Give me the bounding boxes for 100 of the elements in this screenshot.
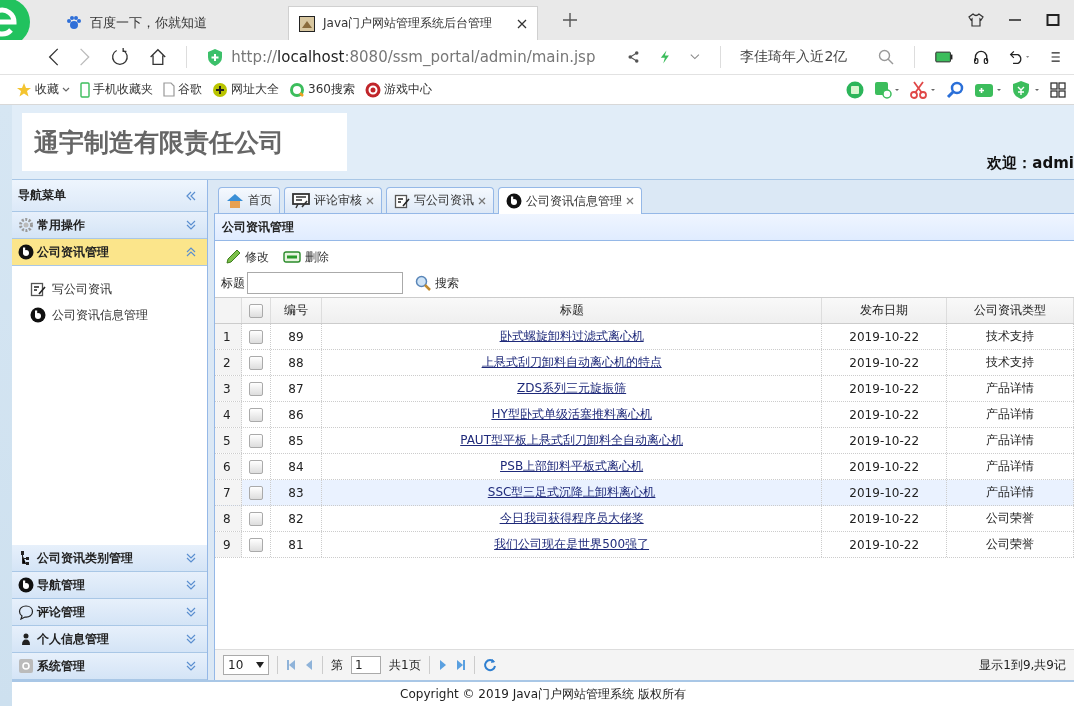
column-header[interactable]: 发布日期 bbox=[822, 298, 948, 323]
row-checkbox[interactable] bbox=[248, 329, 263, 344]
scissors-icon[interactable] bbox=[910, 80, 936, 99]
table-row[interactable]: 5 85 PAUT型平板上悬式刮刀卸料全自动离心机 2019-10-22 产品详情 bbox=[215, 428, 1074, 454]
table-row[interactable]: 1 89 卧式螺旋卸料过滤式离心机 2019-10-22 技术支持 bbox=[215, 324, 1074, 350]
browser-tab[interactable]: Java门户网站管理系统后台管理 bbox=[288, 6, 538, 40]
expand-down-icon[interactable] bbox=[185, 553, 197, 563]
row-checkbox[interactable] bbox=[248, 407, 263, 422]
lightning-icon[interactable] bbox=[660, 49, 670, 65]
browser-tab[interactable]: 百度一下，你就知道 bbox=[56, 6, 276, 40]
table-row[interactable]: 9 81 我们公司现在是世界500强了 2019-10-22 公司荣誉 bbox=[215, 532, 1074, 558]
chevron-down-icon[interactable] bbox=[689, 53, 700, 61]
back-icon[interactable] bbox=[48, 46, 60, 68]
magnifier-icon[interactable] bbox=[946, 80, 964, 99]
collapse-icon[interactable] bbox=[185, 190, 197, 201]
search-icon bbox=[415, 275, 431, 291]
tab[interactable]: 公司资讯信息管理 bbox=[498, 187, 642, 214]
toolbar-button[interactable]: 删除 bbox=[281, 248, 331, 266]
title-link[interactable]: 卧式螺旋卸料过滤式离心机 bbox=[499, 328, 644, 345]
bookmark[interactable]: 360搜索 bbox=[289, 81, 355, 98]
title-link[interactable]: ZDS系列三元旋振筛 bbox=[517, 380, 627, 397]
title-input[interactable] bbox=[247, 272, 403, 294]
row-number: 7 bbox=[215, 480, 242, 505]
chevron-down-icon[interactable] bbox=[62, 86, 70, 93]
table-row[interactable]: 2 88 上悬式刮刀卸料自动离心机的特点 2019-10-22 技术支持 bbox=[215, 350, 1074, 376]
menu-item[interactable]: 公司资讯信息管理 bbox=[12, 302, 207, 328]
row-checkbox[interactable] bbox=[248, 381, 263, 396]
table-row[interactable]: 8 82 今日我司获得程序员大佬奖 2019-10-22 公司荣誉 bbox=[215, 506, 1074, 532]
phone-icon bbox=[80, 81, 90, 98]
previous-page-icon[interactable] bbox=[304, 659, 314, 671]
page-size-select[interactable]: 10 bbox=[223, 655, 269, 675]
refresh-icon[interactable] bbox=[482, 658, 497, 672]
forward-icon[interactable] bbox=[79, 46, 91, 68]
title-link[interactable]: 我们公司现在是世界500强了 bbox=[494, 536, 650, 553]
accordion-header[interactable]: 个人信息管理 bbox=[12, 626, 207, 653]
bookmark[interactable]: 游戏中心 bbox=[364, 81, 432, 98]
menu-icon[interactable] bbox=[1050, 49, 1060, 65]
row-checkbox[interactable] bbox=[248, 485, 263, 500]
next-page-icon[interactable] bbox=[437, 659, 448, 671]
menu-item[interactable]: 写公司资讯 bbox=[12, 276, 207, 302]
bookmark[interactable]: 谷歌 bbox=[163, 81, 202, 98]
expand-down-icon[interactable] bbox=[185, 661, 197, 671]
bookmark[interactable]: 收藏 bbox=[16, 81, 70, 98]
toolbar-button[interactable]: 修改 bbox=[223, 248, 271, 266]
title-link[interactable]: 今日我司获得程序员大佬奖 bbox=[499, 510, 644, 527]
home-icon[interactable] bbox=[148, 46, 167, 68]
row-checkbox[interactable] bbox=[248, 433, 263, 448]
search-icon[interactable] bbox=[878, 49, 895, 65]
row-checkbox[interactable] bbox=[248, 355, 263, 370]
title-link[interactable]: PAUT型平板上悬式刮刀卸料全自动离心机 bbox=[460, 432, 683, 449]
column-header[interactable]: 标题 bbox=[321, 298, 823, 323]
table-cell: 84 bbox=[270, 454, 322, 479]
undo-icon[interactable] bbox=[1009, 48, 1031, 66]
expand-down-icon[interactable] bbox=[185, 607, 197, 617]
row-checkbox[interactable] bbox=[248, 537, 263, 552]
page-number-field[interactable]: 1 bbox=[351, 656, 381, 674]
title-link[interactable]: PSB上部卸料平板式离心机 bbox=[500, 458, 644, 475]
accordion-header[interactable]: 公司资讯类别管理 bbox=[12, 545, 207, 572]
maximize-icon[interactable] bbox=[1046, 13, 1060, 27]
tab[interactable]: 评论审核 bbox=[284, 187, 382, 213]
search-button[interactable]: 搜索 bbox=[413, 274, 461, 292]
app-icon[interactable] bbox=[846, 80, 864, 99]
reload-icon[interactable] bbox=[110, 46, 129, 68]
accordion-header[interactable]: 常用操作 bbox=[12, 212, 207, 239]
bookmark[interactable]: 手机收藏夹 bbox=[80, 81, 153, 98]
translate-icon[interactable] bbox=[874, 80, 900, 99]
bookmark[interactable]: 网址大全 bbox=[212, 81, 279, 98]
column-header[interactable]: 编号 bbox=[270, 298, 322, 323]
select-all-checkbox[interactable] bbox=[248, 303, 263, 318]
expand-down-icon[interactable] bbox=[185, 220, 197, 230]
last-page-icon[interactable] bbox=[455, 659, 466, 671]
apps-grid-icon[interactable] bbox=[1050, 81, 1066, 98]
row-checkbox[interactable] bbox=[248, 459, 263, 474]
collapse-up-icon[interactable] bbox=[185, 247, 197, 257]
new-tab-icon[interactable] bbox=[562, 12, 578, 28]
shirt-icon[interactable] bbox=[968, 12, 984, 28]
title-link[interactable]: 上悬式刮刀卸料自动离心机的特点 bbox=[481, 354, 662, 371]
column-header[interactable]: 公司资讯类型 bbox=[947, 298, 1074, 323]
first-page-icon[interactable] bbox=[286, 659, 296, 671]
table-cell: 2019-10-22 bbox=[822, 402, 948, 427]
accordion-header[interactable]: 评论管理 bbox=[12, 599, 207, 626]
address-field[interactable]: http://localhost:8080/ssm_portal/admin/main.jsp bbox=[207, 48, 608, 66]
shield-icon[interactable] bbox=[1012, 80, 1040, 99]
table-row[interactable]: 3 87 ZDS系列三元旋振筛 2019-10-22 产品详情 bbox=[215, 376, 1074, 402]
row-checkbox[interactable] bbox=[248, 511, 263, 526]
tab[interactable]: 写公司资讯 bbox=[386, 187, 494, 213]
accordion-header[interactable]: 导航管理 bbox=[12, 572, 207, 599]
expand-down-icon[interactable] bbox=[185, 634, 197, 644]
search-field[interactable]: 李佳琦年入近2亿 bbox=[740, 48, 895, 66]
expand-down-icon[interactable] bbox=[185, 580, 197, 590]
table-row[interactable]: 7 83 SSC型三足式沉降上卸料离心机 2019-10-22 产品详情 bbox=[215, 480, 1074, 506]
accordion-header[interactable]: 系统管理 bbox=[12, 653, 207, 680]
close-icon[interactable] bbox=[517, 18, 527, 29]
tab[interactable]: 首页 bbox=[218, 187, 280, 213]
accordion-header[interactable]: 公司资讯管理 bbox=[12, 239, 207, 266]
battery-icon[interactable] bbox=[935, 50, 953, 64]
title-link[interactable]: HY型卧式单级活塞推料离心机 bbox=[491, 406, 652, 423]
title-link[interactable]: SSC型三足式沉降上卸料离心机 bbox=[487, 484, 656, 501]
share-icon[interactable] bbox=[627, 49, 641, 65]
table-row[interactable]: 4 86 HY型卧式单级活塞推料离心机 2019-10-22 产品详情 bbox=[215, 402, 1074, 428]
